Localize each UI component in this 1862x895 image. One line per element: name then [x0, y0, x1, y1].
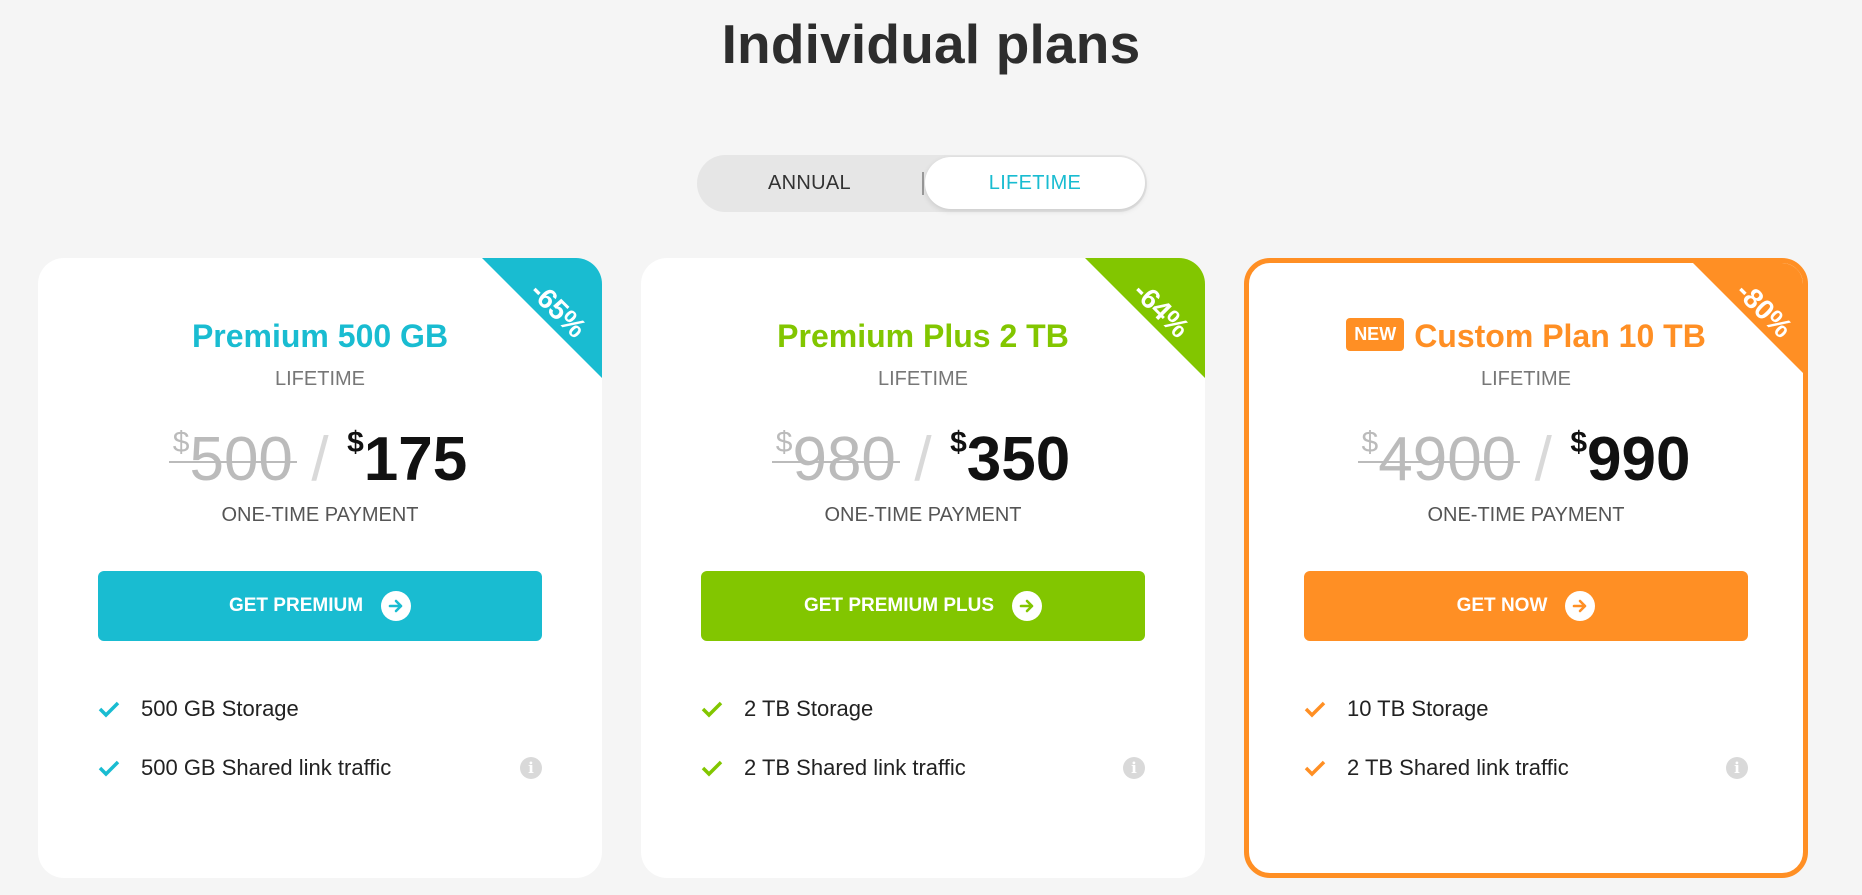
check-icon [701, 760, 723, 777]
plan-card-custom-10tb: -80% NEW Custom Plan 10 TB LIFETIME $4900… [1244, 258, 1808, 878]
feature-text: 10 TB Storage [1347, 696, 1489, 721]
billing-toggle: ANNUAL LIFETIME [697, 155, 1147, 212]
old-price: $500 [168, 425, 298, 494]
info-icon[interactable]: i [520, 757, 542, 779]
check-icon [1304, 701, 1326, 718]
plan-title: Premium 500 GB [191, 318, 449, 354]
feature-list: 10 TB Storage 2 TB Shared link traffic i [1304, 694, 1748, 812]
arrow-right-circle-icon [1565, 591, 1596, 621]
check-icon [98, 701, 120, 718]
arrow-right-circle-icon [1012, 591, 1042, 621]
plan-period: LIFETIME [274, 368, 365, 390]
price-separator: / [311, 425, 329, 494]
new-price-currency: $ [1570, 426, 1587, 459]
info-icon[interactable]: i [1123, 757, 1145, 779]
new-price-amount: 175 [363, 425, 468, 494]
get-now-button[interactable]: GET NOW [1304, 571, 1748, 641]
new-price-amount: 350 [966, 425, 1071, 494]
toggle-divider [922, 172, 924, 195]
plan-period: LIFETIME [877, 368, 968, 390]
feature-item: 2 TB Shared link traffic i [701, 753, 1145, 812]
price-separator: / [914, 425, 932, 494]
feature-list: 2 TB Storage 2 TB Shared link traffic i [701, 694, 1145, 812]
cta-label: GET PREMIUM PLUS [803, 595, 994, 616]
payment-note: ONE-TIME PAYMENT [824, 504, 1022, 526]
feature-text: 500 GB Shared link traffic [141, 755, 392, 780]
pricing-page: Individual plans ANNUAL LIFETIME -65% Pr… [0, 0, 1862, 895]
new-price: $175 [347, 428, 467, 491]
new-price: $990 [1570, 428, 1690, 491]
info-icon[interactable]: i [1726, 757, 1748, 779]
page-title: Individual plans [721, 13, 1141, 75]
feature-text: 2 TB Storage [744, 696, 874, 721]
check-icon [701, 701, 723, 718]
old-price-currency: $ [1361, 426, 1379, 459]
feature-item: 10 TB Storage [1304, 694, 1748, 753]
price-separator: / [1534, 425, 1552, 494]
price-row: $980 / $350 [641, 428, 1205, 491]
old-price-currency: $ [775, 426, 793, 459]
price-row: $4900 / $990 [1249, 428, 1803, 491]
toggle-lifetime[interactable]: LIFETIME [925, 157, 1145, 209]
feature-text: 500 GB Storage [141, 696, 299, 721]
new-price-currency: $ [950, 426, 967, 459]
check-icon [98, 760, 120, 777]
check-icon [1304, 760, 1326, 777]
cta-label: GET NOW [1456, 595, 1548, 616]
plan-title-row: NEW Custom Plan 10 TB [1249, 318, 1803, 355]
new-badge: NEW [1346, 318, 1405, 352]
feature-item: 2 TB Shared link traffic i [1304, 753, 1748, 812]
new-price-currency: $ [347, 426, 364, 459]
feature-text: 2 TB Shared link traffic [744, 755, 966, 780]
payment-note: ONE-TIME PAYMENT [1427, 504, 1625, 526]
arrow-right-circle-icon [381, 591, 412, 621]
get-premium-button[interactable]: GET PREMIUM [98, 571, 542, 641]
old-price: $4900 [1357, 425, 1520, 494]
cta-label: GET PREMIUM [228, 595, 364, 616]
plan-title: Premium Plus 2 TB [777, 318, 1069, 354]
old-price-currency: $ [172, 426, 190, 459]
plan-card-premium-500gb: -65% Premium 500 GB LIFETIME $500 / $175… [38, 258, 602, 878]
plan-title: Custom Plan 10 TB [1414, 318, 1706, 354]
price-row: $500 / $175 [38, 428, 602, 491]
toggle-annual[interactable]: ANNUAL [697, 155, 922, 212]
feature-item: 500 GB Storage [98, 694, 542, 753]
old-price-amount: 980 [792, 425, 896, 494]
feature-item: 500 GB Shared link traffic i [98, 753, 542, 812]
plan-period: LIFETIME [1480, 368, 1571, 390]
feature-list: 500 GB Storage 500 GB Shared link traffi… [98, 694, 542, 812]
feature-text: 2 TB Shared link traffic [1347, 755, 1569, 780]
old-price: $980 [771, 425, 901, 494]
payment-note: ONE-TIME PAYMENT [221, 504, 419, 526]
plan-card-premium-plus-2tb: -64% Premium Plus 2 TB LIFETIME $980 / $… [641, 258, 1205, 878]
get-premium-plus-button[interactable]: GET PREMIUM PLUS [701, 571, 1145, 641]
new-price-amount: 990 [1587, 425, 1691, 494]
old-price-amount: 500 [189, 425, 293, 494]
new-price: $350 [950, 428, 1070, 491]
feature-item: 2 TB Storage [701, 694, 1145, 753]
old-price-amount: 4900 [1378, 425, 1517, 494]
